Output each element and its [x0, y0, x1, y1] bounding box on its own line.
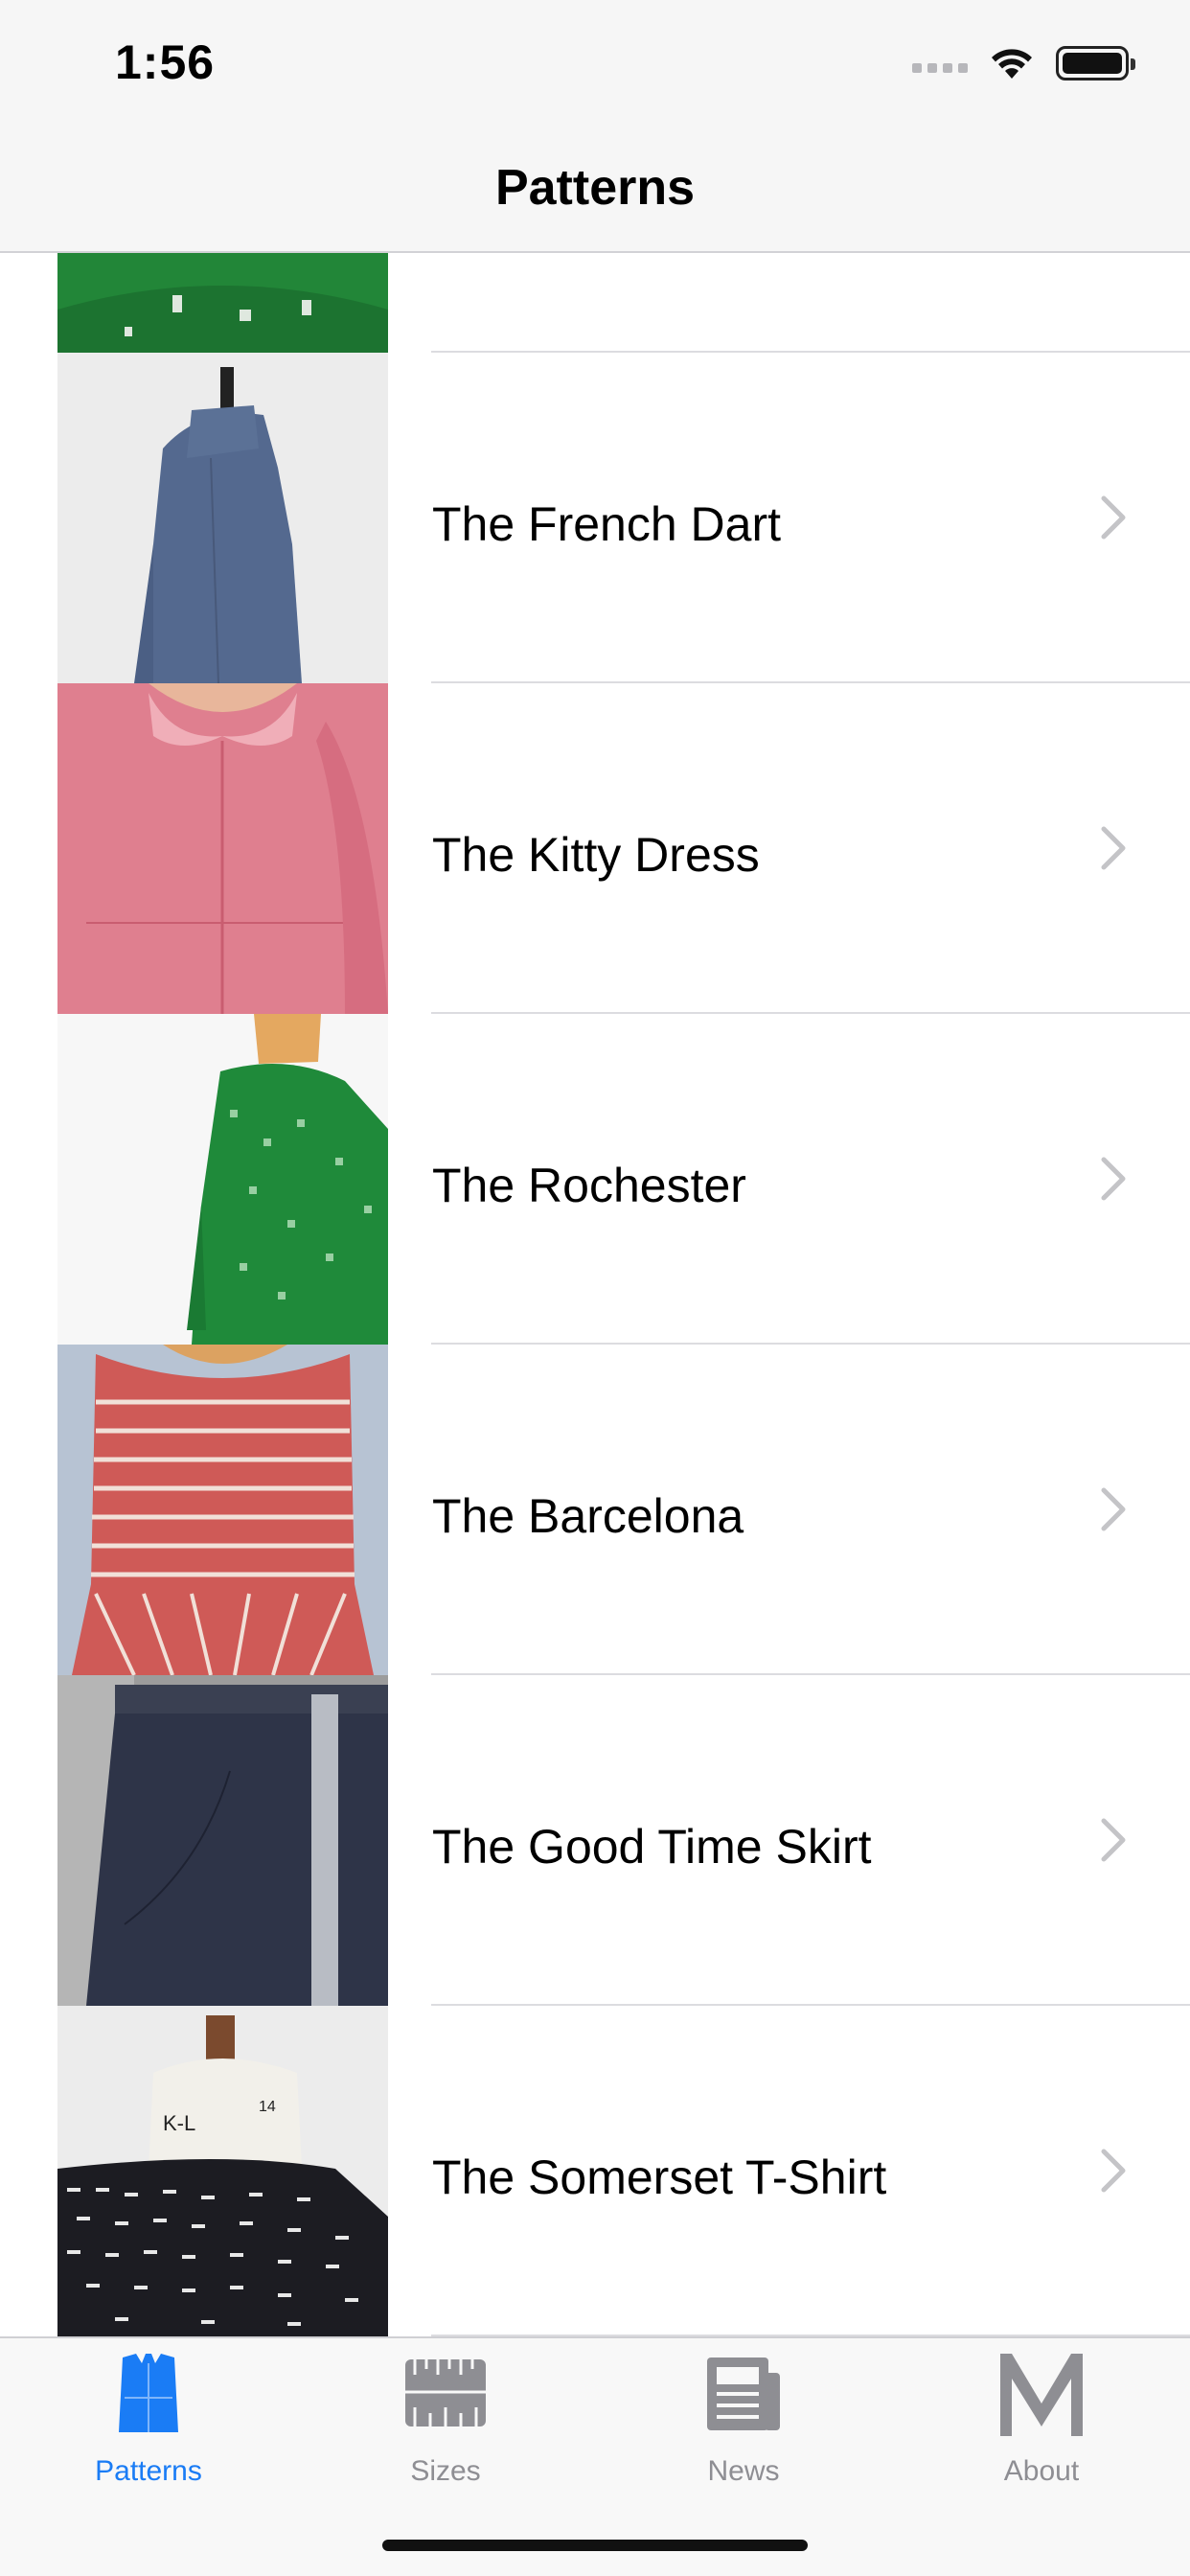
- wifi-icon: [992, 49, 1032, 79]
- cellular-signal-icon: [912, 54, 968, 73]
- list-item-rochester[interactable]: The Rochester: [0, 1014, 1190, 1345]
- tape-measure-icon: [405, 2359, 486, 2426]
- page-title: Patterns: [494, 160, 696, 216]
- tab-about[interactable]: About: [893, 2338, 1190, 2511]
- pattern-thumbnail: [57, 683, 388, 1014]
- pattern-thumbnail: [57, 253, 388, 353]
- home-indicator[interactable]: [382, 2540, 808, 2551]
- pattern-thumbnail: [57, 1345, 388, 1675]
- battery-icon: [1056, 46, 1135, 80]
- app-screen: 1:56 Patterns The French Dart The Kitty …: [0, 0, 1190, 2576]
- tab-patterns[interactable]: Patterns: [0, 2338, 297, 2511]
- navigation-header: 1:56 Patterns: [0, 0, 1190, 253]
- pattern-name: The Kitty Dress: [432, 828, 760, 882]
- list-item-good-time-skirt[interactable]: The Good Time Skirt: [0, 1675, 1190, 2006]
- status-icons: [912, 46, 1135, 80]
- tab-label: Patterns: [95, 2455, 202, 2487]
- chevron-right-icon: [1101, 495, 1126, 540]
- tab-label: Sizes: [410, 2455, 481, 2487]
- newspaper-icon: [707, 2358, 780, 2430]
- list-item-somerset-t-shirt[interactable]: K-L 14 The Somerset T-Shirt: [0, 2006, 1190, 2336]
- list-item-french-dart[interactable]: The French Dart: [0, 353, 1190, 683]
- tab-news[interactable]: News: [595, 2338, 892, 2511]
- pattern-name: The French Dart: [432, 497, 782, 551]
- tab-label: News: [707, 2455, 780, 2487]
- chevron-right-icon: [1101, 1487, 1126, 1531]
- tab-label: About: [1003, 2455, 1080, 2487]
- status-time: 1:56: [115, 35, 216, 89]
- tab-sizes[interactable]: Sizes: [297, 2338, 594, 2511]
- pattern-thumbnail: [57, 1014, 388, 1345]
- list-item-kitty-dress[interactable]: The Kitty Dress: [0, 683, 1190, 1014]
- pattern-thumbnail: [57, 1675, 388, 2006]
- chevron-right-icon: [1101, 1818, 1126, 1862]
- list-item-barcelona[interactable]: The Barcelona: [0, 1345, 1190, 1675]
- list-item[interactable]: [0, 253, 1190, 353]
- chevron-right-icon: [1101, 2149, 1126, 2193]
- chevron-right-icon: [1101, 1157, 1126, 1201]
- svg-text:14: 14: [259, 2099, 276, 2115]
- patterns-list[interactable]: The French Dart The Kitty Dress The Roch…: [0, 253, 1190, 2336]
- pattern-name: The Rochester: [432, 1159, 746, 1212]
- pattern-thumbnail: K-L 14: [57, 2006, 388, 2336]
- pattern-thumbnail: [57, 353, 388, 683]
- pattern-name: The Barcelona: [432, 1489, 744, 1543]
- pattern-name: The Good Time Skirt: [432, 1820, 872, 1874]
- m-logo-icon: [1000, 2354, 1083, 2436]
- vest-icon: [119, 2354, 178, 2432]
- svg-text:K-L: K-L: [163, 2111, 195, 2135]
- chevron-right-icon: [1101, 826, 1126, 870]
- pattern-name: The Somerset T-Shirt: [432, 2150, 887, 2204]
